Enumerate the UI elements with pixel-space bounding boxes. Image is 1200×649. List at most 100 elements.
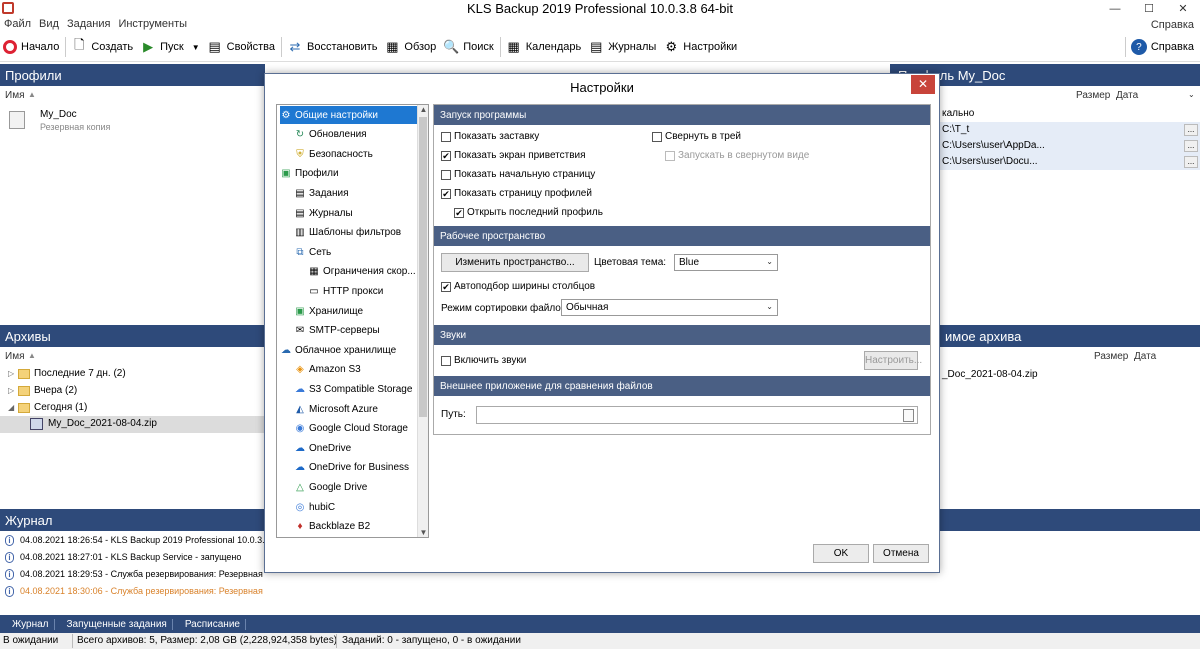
scroll-down-icon[interactable]: ▼: [418, 528, 428, 537]
scroll-up-icon[interactable]: ▲: [418, 105, 428, 114]
proxy-icon: ▭: [309, 285, 319, 297]
file-browse-icon[interactable]: [903, 409, 914, 422]
restore-button[interactable]: ⇄ Восстановить: [284, 36, 381, 58]
profiles-column-header[interactable]: Имя ▲: [0, 88, 265, 104]
tree-item[interactable]: ☁ Облачное хранилище: [280, 341, 421, 359]
tree-item[interactable]: ▣ Профили: [280, 165, 421, 183]
profile-source-row[interactable]: кально: [940, 106, 1200, 122]
profile-item[interactable]: My_Doc Резервная копия: [0, 105, 265, 133]
profiles-page-checkbox[interactable]: ✔ Показать страницу профилей: [441, 188, 592, 199]
tray-checkbox[interactable]: Свернуть в трей: [652, 131, 741, 142]
tab-schedule[interactable]: Расписание: [173, 618, 246, 630]
tree-item[interactable]: ▦ Ограничения скор...: [308, 263, 421, 281]
ok-button[interactable]: OK: [813, 544, 869, 563]
profiles-col-name[interactable]: Имя: [5, 90, 24, 101]
menu-help[interactable]: Справка: [1147, 18, 1198, 31]
maximize-button[interactable]: ☐: [1132, 0, 1166, 17]
autofit-columns-checkbox[interactable]: ✔ Автоподбор ширины столбцов: [441, 281, 595, 292]
col-size[interactable]: Размер: [1076, 90, 1110, 101]
profile-source-row[interactable]: C:\Users\user\AppDa......: [940, 138, 1200, 154]
tree-item[interactable]: ✉ SMTP-серверы: [294, 322, 421, 340]
tree-item[interactable]: ⚙ Общие настройки: [280, 106, 421, 124]
archive-group-row[interactable]: ▷ Последние 7 дн. (2): [0, 366, 265, 383]
tree-item[interactable]: ◭ Microsoft Azure: [294, 400, 421, 418]
logs-button[interactable]: ▤ Журналы: [585, 36, 660, 58]
profile-source-row[interactable]: C:\T_t...: [940, 122, 1200, 138]
calendar-button[interactable]: ▦ Календарь: [503, 36, 586, 58]
path-input[interactable]: [476, 406, 918, 424]
tree-item[interactable]: ▤ Задания: [294, 184, 421, 202]
log-row[interactable]: i 04.08.2021 18:30:06 - Служба резервиров…: [0, 583, 265, 600]
dialog-close-button[interactable]: ✕: [911, 75, 935, 94]
tree-item[interactable]: ⧉ Сеть: [294, 243, 421, 261]
tree-scrollbar[interactable]: ▲ ▼: [417, 105, 428, 537]
start-page-checkbox[interactable]: Показать начальную страницу: [441, 169, 595, 180]
menu-view[interactable]: Вид: [35, 17, 63, 33]
minimize-button[interactable]: —: [1098, 0, 1132, 17]
archives-column-header[interactable]: Имя ▲: [0, 349, 265, 365]
tree-item[interactable]: △ Google Drive: [294, 478, 421, 496]
archives-col-name[interactable]: Имя: [5, 351, 24, 362]
log-row[interactable]: i 04.08.2021 18:26:54 - KLS Backup 2019 P…: [0, 532, 265, 549]
tree-item[interactable]: ♦ Backblaze B2: [294, 518, 421, 536]
archive-file-row[interactable]: My_Doc_2021-08-04.zip: [0, 416, 265, 433]
open-last-profile-checkbox[interactable]: ✔ Открыть последний профиль: [454, 207, 603, 218]
tree-item[interactable]: ↻ Обновления: [294, 126, 421, 144]
theme-select[interactable]: Blue ⌄: [674, 254, 778, 271]
chevron-down-icon[interactable]: ⌄: [1188, 90, 1195, 99]
tree-item[interactable]: ☁ S3 Compatible Storage: [294, 380, 421, 398]
browse-dots-button[interactable]: ...: [1184, 124, 1198, 136]
log-row[interactable]: i 04.08.2021 18:29:53 - Служба резервиров…: [0, 566, 265, 583]
browse-dots-button[interactable]: ...: [1184, 156, 1198, 168]
scroll-thumb[interactable]: [419, 117, 427, 417]
run-dropdown-icon[interactable]: ▼: [192, 43, 200, 52]
properties-button[interactable]: ▤ Свойства: [204, 36, 279, 58]
tree-item[interactable]: ▥ Шаблоны фильтров: [294, 224, 421, 242]
browse-button[interactable]: ▦ Обзор: [381, 36, 440, 58]
tree-item[interactable]: ◎ hubiC: [294, 498, 421, 516]
tree-item[interactable]: ⛨ Безопасность: [294, 145, 421, 163]
enable-sounds-checkbox[interactable]: Включить звуки: [441, 355, 526, 366]
browse-dots-button[interactable]: ...: [1184, 140, 1198, 152]
tree-item[interactable]: ▣ Хранилище: [294, 302, 421, 320]
help-button[interactable]: ? Справка: [1128, 36, 1198, 58]
close-window-button[interactable]: ✕: [1166, 0, 1200, 17]
menu-tasks[interactable]: Задания: [63, 17, 114, 33]
tree-item[interactable]: ◉ Google Cloud Storage: [294, 420, 421, 438]
log-row[interactable]: i 04.08.2021 18:27:01 - KLS Backup Servic…: [0, 549, 265, 566]
menu-tools[interactable]: Инструменты: [114, 17, 191, 33]
tree-item[interactable]: ▭ HTTP прокси: [308, 282, 421, 300]
expand-icon[interactable]: ▷: [8, 386, 14, 395]
col-size[interactable]: Размер: [1094, 351, 1128, 362]
tree-item-label: HTTP прокси: [323, 285, 384, 297]
run-button[interactable]: ▶ Пуск ▼: [137, 36, 204, 58]
tab-running-tasks[interactable]: Запущенные задания: [55, 618, 173, 630]
collapse-icon[interactable]: ◢: [8, 403, 14, 412]
tree-item[interactable]: ◈ Amazon S3: [294, 361, 421, 379]
expand-icon[interactable]: ▷: [8, 369, 14, 378]
bottom-tabs: Журнал Запущенные задания Расписание: [0, 615, 1200, 633]
tree-item[interactable]: ☁ OneDrive: [294, 439, 421, 457]
splash-checkbox[interactable]: Показать заставку: [441, 131, 539, 142]
archive-content-row[interactable]: _Doc_2021-08-04.zip: [940, 367, 1200, 383]
tree-item[interactable]: ☁ OneDrive for Business: [294, 459, 421, 477]
sort-mode-select[interactable]: Обычная ⌄: [561, 299, 778, 316]
col-date[interactable]: Дата: [1134, 351, 1156, 362]
create-button[interactable]: 🗋 Создать: [68, 36, 137, 58]
col-date[interactable]: Дата: [1116, 90, 1138, 101]
archive-group-row[interactable]: ◢ Сегодня (1): [0, 400, 265, 417]
tab-log[interactable]: Журнал: [0, 618, 55, 630]
archive-group-row[interactable]: ▷ Вчера (2): [0, 383, 265, 400]
tree-item[interactable]: ▤ Журналы: [294, 204, 421, 222]
cancel-button[interactable]: Отмена: [873, 544, 929, 563]
tree-item-label: Хранилище: [309, 305, 363, 317]
settings-button[interactable]: ⚙ Настройки: [660, 36, 741, 58]
profile-source-row[interactable]: C:\Users\user\Docu......: [940, 154, 1200, 170]
welcome-checkbox[interactable]: ✔ Показать экран приветствия: [441, 150, 586, 161]
menu-file[interactable]: Файл: [0, 17, 35, 33]
change-workspace-button[interactable]: Изменить пространство...: [441, 253, 589, 272]
search-button[interactable]: 🔍 Поиск: [440, 36, 497, 58]
start-minimized-checkbox[interactable]: Запускать в свернутом виде: [665, 150, 809, 161]
sound-settings-button[interactable]: Настроить...: [864, 351, 922, 370]
start-button[interactable]: Начало: [0, 36, 63, 58]
